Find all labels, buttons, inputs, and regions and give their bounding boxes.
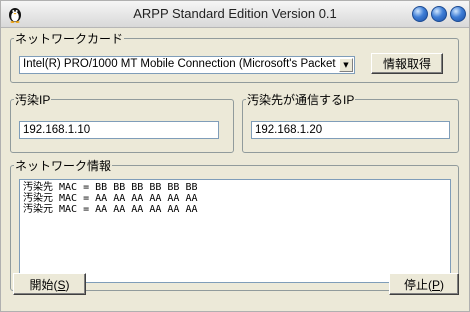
minimize-button[interactable]: [412, 6, 428, 22]
network-info-textarea[interactable]: 汚染先 MAC = BB BB BB BB BB BB 汚染元 MAC = AA …: [19, 179, 451, 283]
target-ip-input[interactable]: [19, 121, 219, 139]
chevron-down-icon[interactable]: ▼: [339, 58, 353, 72]
network-info-label: ネットワーク情報: [15, 159, 112, 173]
info-line: 汚染先 MAC = BB BB BB BB BB BB: [23, 182, 198, 193]
close-button[interactable]: [450, 6, 466, 22]
dest-ip-label: 汚染先が通信するIP: [247, 93, 355, 107]
start-button[interactable]: 開始(S): [13, 273, 86, 295]
stop-button[interactable]: 停止(P): [389, 273, 459, 295]
info-line: 汚染元 MAC = AA AA AA AA AA AA: [23, 204, 198, 215]
target-ip-label: 汚染IP: [15, 93, 51, 107]
maximize-button[interactable]: [431, 6, 447, 22]
app-window: ARPP Standard Edition Version 0.1 ネットワーク…: [0, 0, 470, 312]
dest-ip-input[interactable]: [251, 121, 450, 139]
nic-select[interactable]: Intel(R) PRO/1000 MT Mobile Connection (…: [19, 56, 355, 74]
window-title: ARPP Standard Edition Version 0.1: [133, 6, 337, 21]
stop-shortcut: P: [431, 277, 440, 292]
fetch-info-button[interactable]: 情報取得: [371, 53, 443, 74]
title-bar[interactable]: ARPP Standard Edition Version 0.1: [1, 1, 469, 28]
start-shortcut: S: [57, 277, 66, 292]
nic-group-label: ネットワークカード: [15, 32, 124, 46]
client-area: ネットワークカード Intel(R) PRO/1000 MT Mobile Co…: [1, 28, 469, 311]
info-line: 汚染元 MAC = AA AA AA AA AA AA: [23, 193, 198, 204]
nic-select-value: Intel(R) PRO/1000 MT Mobile Connection (…: [23, 58, 336, 70]
stop-label: 停止(: [403, 277, 432, 292]
start-label: 開始(: [29, 277, 58, 292]
